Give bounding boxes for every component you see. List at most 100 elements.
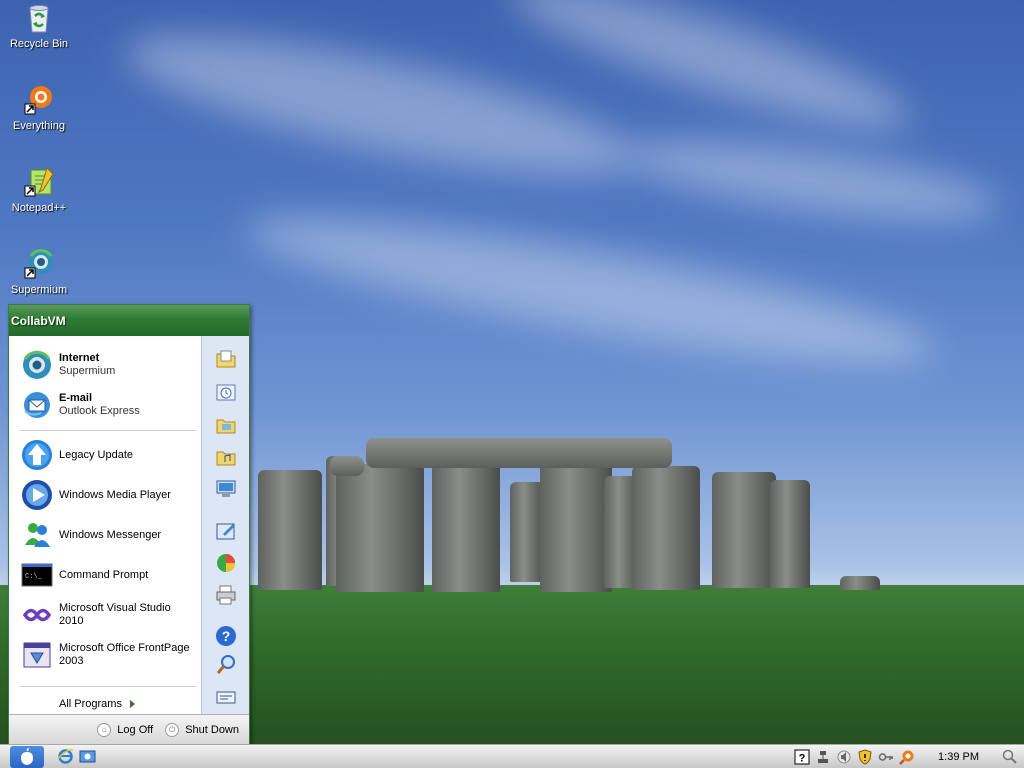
internet-explorer-icon[interactable] [57, 748, 74, 765]
command-prompt-icon: C:\_ [21, 559, 53, 591]
help-icon[interactable]: ? [794, 749, 810, 765]
help-support-icon[interactable]: ? [215, 625, 237, 647]
network-icon[interactable] [815, 749, 831, 765]
my-recent-documents-icon[interactable] [215, 381, 237, 403]
stone-lintel [330, 456, 364, 476]
run-icon[interactable] [215, 686, 237, 708]
my-music-icon[interactable] [215, 446, 237, 468]
taskbar: ? 1:39 PM [0, 744, 1024, 768]
stone [540, 460, 612, 592]
control-panel-icon[interactable] [215, 520, 237, 542]
shut-down-button[interactable]: ⏻ Shut Down [165, 722, 239, 737]
everything-tray-icon[interactable] [899, 749, 915, 765]
stone [510, 482, 544, 582]
system-tray: ? 1:39 PM [794, 745, 1024, 768]
search-icon[interactable] [215, 654, 237, 676]
start-item-label: Windows Messenger [59, 528, 162, 541]
stone [258, 470, 322, 590]
stone [432, 462, 500, 592]
log-off-label: Log Off [117, 723, 154, 736]
desktop-icon-everything[interactable]: Everything [1, 84, 77, 132]
start-item-subtitle: Supermium [59, 365, 116, 377]
start-item-label: Command Prompt [59, 568, 149, 581]
desktop-icon-label: Recycle Bin [9, 38, 69, 50]
notepad-plus-plus-icon [23, 166, 55, 198]
start-item-title: Internet [59, 352, 100, 364]
log-off-button[interactable]: ⌂ Log Off [97, 722, 154, 737]
supermium-browser-icon [21, 349, 53, 381]
log-off-icon: ⌂ [97, 722, 112, 737]
svg-text:C:\_: C:\_ [25, 573, 43, 581]
svg-text:?: ? [222, 628, 231, 644]
stone [632, 466, 700, 590]
start-menu-header: CollabVM [9, 305, 249, 336]
start-item-email[interactable]: E-mail Outlook Express [21, 386, 199, 424]
start-menu-places-pane: ? [201, 336, 249, 714]
stone [336, 464, 424, 592]
start-item-label: Windows Media Player [59, 488, 171, 501]
start-menu: CollabVM Internet Supermium E-mail Outlo [8, 304, 250, 745]
svg-text:?: ? [799, 753, 806, 765]
start-item-text: E-mail Outlook Express [59, 392, 140, 418]
start-item-line2: 2003 [59, 655, 84, 667]
start-item-label: Legacy Update [59, 448, 133, 461]
power-icon: ⏻ [165, 722, 180, 737]
start-item-title: E-mail [59, 392, 93, 404]
start-item-windows-media-player[interactable]: Windows Media Player [21, 476, 199, 514]
start-item-visual-studio[interactable]: Microsoft Visual Studio 2010 [21, 596, 199, 634]
my-computer-icon[interactable] [215, 478, 237, 500]
frontpage-icon [21, 639, 53, 671]
show-desktop-icon[interactable] [79, 748, 96, 765]
all-programs-button[interactable]: All Programs [59, 698, 135, 710]
chevron-right-icon [129, 700, 135, 709]
desktop-icon-supermium[interactable]: Supermium [1, 248, 77, 296]
start-menu-programs-pane: Internet Supermium E-mail Outlook Expres… [9, 336, 201, 714]
desktop-icon-label: Notepad++ [11, 202, 67, 214]
start-item-line1: Microsoft Visual Studio [59, 602, 171, 614]
stone [712, 472, 776, 588]
key-icon[interactable] [878, 749, 894, 765]
start-button[interactable] [10, 746, 44, 768]
start-item-command-prompt[interactable]: C:\_ Command Prompt [21, 556, 199, 594]
desktop-icon-label: Everything [13, 120, 65, 132]
visual-studio-icon [21, 599, 53, 631]
start-logo-icon [21, 748, 33, 765]
messenger-icon [21, 519, 53, 551]
shut-down-label: Shut Down [185, 723, 239, 736]
start-menu-footer: ⌂ Log Off ⏻ Shut Down [9, 714, 249, 744]
start-item-legacy-update[interactable]: Legacy Update [21, 436, 199, 474]
start-item-frontpage[interactable]: Microsoft Office FrontPage 2003 [21, 636, 199, 674]
start-item-internet[interactable]: Internet Supermium [21, 346, 199, 384]
start-item-text: Microsoft Office FrontPage 2003 [59, 642, 190, 668]
start-menu-body: Internet Supermium E-mail Outlook Expres… [9, 336, 249, 714]
stone [840, 576, 880, 590]
desktop-icon-label: Supermium [10, 284, 68, 296]
supermium-browser-icon [23, 248, 55, 280]
recycle-bin-icon [23, 2, 55, 34]
everything-search-icon [23, 84, 55, 116]
start-item-subtitle: Outlook Express [59, 405, 140, 417]
speaker-icon[interactable] [836, 749, 852, 765]
my-pictures-icon[interactable] [215, 414, 237, 436]
printers-faxes-icon[interactable] [215, 584, 237, 606]
security-shield-icon[interactable] [857, 749, 873, 765]
desktop-icon-recycle-bin[interactable]: Recycle Bin [1, 2, 77, 50]
magnifier-icon[interactable] [1002, 749, 1018, 765]
outlook-express-icon [21, 389, 53, 421]
start-item-text: Microsoft Visual Studio 2010 [59, 602, 171, 628]
stone-lintel [366, 438, 672, 468]
legacy-update-icon [21, 439, 53, 471]
start-item-windows-messenger[interactable]: Windows Messenger [21, 516, 199, 554]
set-program-access-icon[interactable] [215, 552, 237, 574]
start-item-text: Internet Supermium [59, 352, 115, 378]
start-item-line2: 2010 [59, 615, 84, 627]
start-menu-separator [19, 686, 197, 687]
media-player-icon [21, 479, 53, 511]
all-programs-label: All Programs [59, 698, 122, 710]
stone [770, 480, 810, 588]
taskbar-clock[interactable]: 1:39 PM [938, 751, 979, 763]
start-menu-username: CollabVM [11, 314, 66, 328]
desktop-icon-notepad-plus-plus[interactable]: Notepad++ [1, 166, 77, 214]
my-documents-icon[interactable] [215, 348, 237, 370]
start-item-line1: Microsoft Office FrontPage [59, 642, 190, 654]
